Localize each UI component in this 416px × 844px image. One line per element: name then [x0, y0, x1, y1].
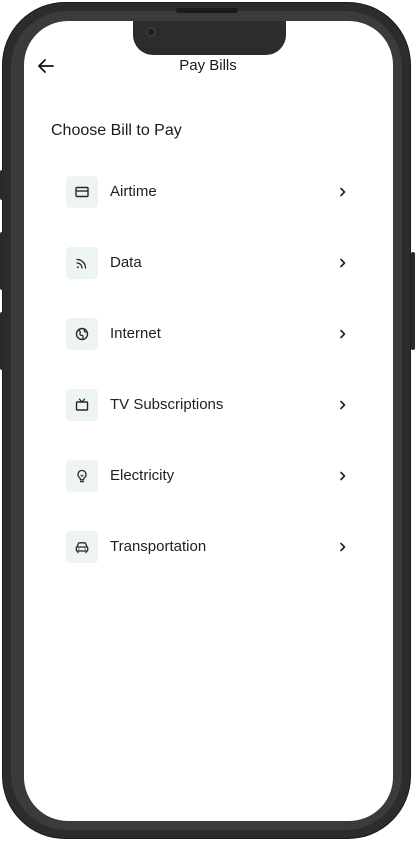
- chevron-right-icon: [340, 400, 346, 410]
- bill-item-tv-subscriptions[interactable]: TV Subscriptions: [66, 389, 356, 423]
- front-camera: [146, 27, 156, 37]
- bill-icon-box: [66, 318, 98, 350]
- bill-label: TV Subscriptions: [110, 396, 224, 413]
- bill-label: Electricity: [110, 467, 175, 484]
- power-button: [411, 252, 415, 350]
- chevron-right-icon: [340, 471, 346, 481]
- bill-item-electricity[interactable]: Electricity: [66, 460, 356, 494]
- bill-item-airtime[interactable]: Airtime: [66, 176, 356, 210]
- notch: [133, 21, 286, 55]
- globe-icon: [75, 327, 89, 341]
- bill-label: Data: [110, 254, 142, 271]
- bill-item-internet[interactable]: Internet: [66, 318, 356, 352]
- device-stage: Pay Bills Choose Bill to Pay Airtime Dat…: [0, 0, 416, 844]
- bill-item-data[interactable]: Data: [66, 247, 356, 281]
- volume-down-button: [0, 312, 4, 370]
- chevron-right-icon: [340, 542, 346, 552]
- bill-icon-box: [66, 460, 98, 492]
- card-icon: [75, 186, 89, 198]
- bill-item-transportation[interactable]: Transportation: [66, 531, 356, 565]
- chevron-right-icon: [340, 329, 346, 339]
- page-title: Pay Bills: [179, 57, 237, 74]
- bill-icon-box: [66, 247, 98, 279]
- section-title: Choose Bill to Pay: [51, 122, 182, 139]
- mute-switch: [0, 170, 4, 200]
- bulb-icon: [77, 469, 87, 483]
- bill-label: Transportation: [110, 538, 207, 555]
- bill-icon-box: [66, 176, 98, 208]
- bill-icon-box: [66, 389, 98, 421]
- car-icon: [75, 542, 89, 554]
- rss-icon: [76, 258, 87, 269]
- tv-icon: [75, 398, 89, 411]
- chevron-right-icon: [340, 187, 346, 197]
- bill-label: Airtime: [110, 183, 157, 200]
- volume-up-button: [0, 232, 4, 290]
- speaker-grille: [176, 8, 238, 13]
- bill-label: Internet: [110, 325, 161, 342]
- bill-icon-box: [66, 531, 98, 563]
- chevron-right-icon: [340, 258, 346, 268]
